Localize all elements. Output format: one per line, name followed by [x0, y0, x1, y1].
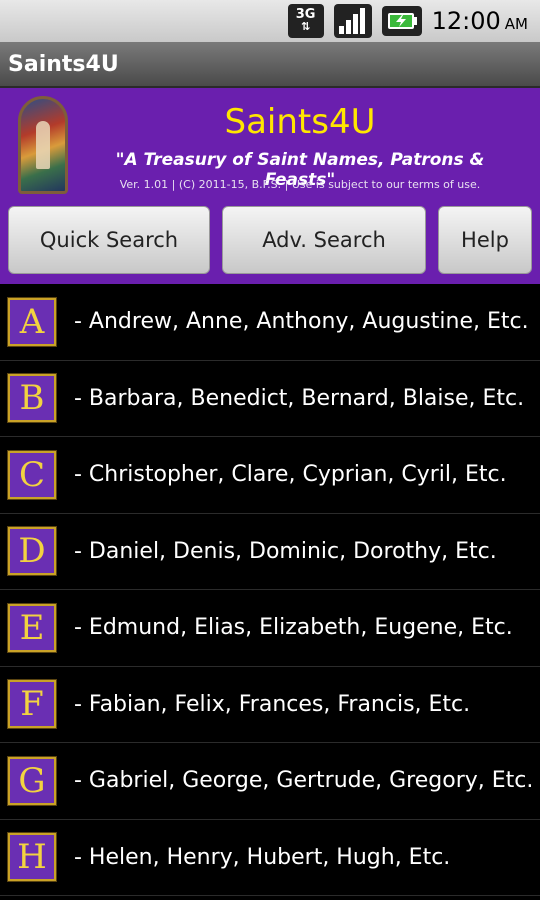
list-item-text: - Christopher, Clare, Cyprian, Cyril, Et…	[74, 462, 507, 488]
list-item-c[interactable]: C - Christopher, Clare, Cyprian, Cyril, …	[0, 437, 540, 514]
window-title: Saints4U	[8, 51, 119, 77]
stained-glass-window-icon	[18, 96, 68, 194]
letter-tile: G	[7, 755, 57, 806]
letter-tile: H	[7, 832, 57, 883]
list-item-g[interactable]: G - Gabriel, George, Gertrude, Gregory, …	[0, 743, 540, 820]
list-item-text: - Edmund, Elias, Elizabeth, Eugene, Etc.	[74, 615, 513, 641]
clock-time: 12:00	[431, 7, 501, 35]
list-item-text: - Fabian, Felix, Frances, Francis, Etc.	[74, 691, 471, 717]
list-item-e[interactable]: E - Edmund, Elias, Elizabeth, Eugene, Et…	[0, 590, 540, 667]
letter-tile: D	[7, 526, 57, 577]
signal-strength-icon	[333, 4, 372, 38]
list-item-text: - Daniel, Denis, Dominic, Dorothy, Etc.	[74, 538, 497, 564]
battery-charging-icon	[381, 6, 422, 36]
list-item-a[interactable]: A - Andrew, Anne, Anthony, Augustine, Et…	[0, 284, 540, 361]
list-item-text: - Andrew, Anne, Anthony, Augustine, Etc.	[74, 309, 529, 335]
clock: 12:00 AM	[432, 7, 528, 35]
title-bar: Saints4U	[0, 42, 540, 88]
letter-tile: E	[7, 602, 57, 653]
letter-tile: F	[7, 679, 57, 730]
list-item-text: - Barbara, Benedict, Bernard, Blaise, Et…	[74, 385, 525, 411]
data-arrows-icon: ⇅	[301, 20, 311, 33]
help-button[interactable]: Help	[438, 206, 532, 274]
letter-tile: A	[7, 296, 57, 347]
app-header: Saints4U "A Treasury of Saint Names, Pat…	[0, 88, 540, 284]
app-title: Saints4U	[224, 102, 376, 142]
list-item-d[interactable]: D - Daniel, Denis, Dominic, Dorothy, Etc…	[0, 513, 540, 590]
adv-search-button[interactable]: Adv. Search	[222, 206, 426, 274]
app-version: Ver. 1.01 | (C) 2011-15, B.F.S. | Use is…	[119, 178, 481, 191]
list-item-text: - Helen, Henry, Hubert, Hugh, Etc.	[74, 844, 451, 870]
letter-list: A - Andrew, Anne, Anthony, Augustine, Et…	[0, 284, 540, 896]
3g-network-icon: 3G ⇅	[287, 4, 324, 38]
letter-tile: C	[7, 449, 57, 500]
list-item-b[interactable]: B - Barbara, Benedict, Bernard, Blaise, …	[0, 360, 540, 437]
status-bar: 3G ⇅ 12:00 AM	[0, 0, 540, 42]
clock-ampm: AM	[504, 15, 528, 33]
quick-search-button[interactable]: Quick Search	[8, 206, 210, 274]
list-item-h[interactable]: H - Helen, Henry, Hubert, Hugh, Etc.	[0, 819, 540, 896]
list-item-text: - Gabriel, George, Gertrude, Gregory, Et…	[74, 768, 534, 794]
list-item-f[interactable]: F - Fabian, Felix, Frances, Francis, Etc…	[0, 666, 540, 743]
letter-tile: B	[7, 373, 57, 424]
